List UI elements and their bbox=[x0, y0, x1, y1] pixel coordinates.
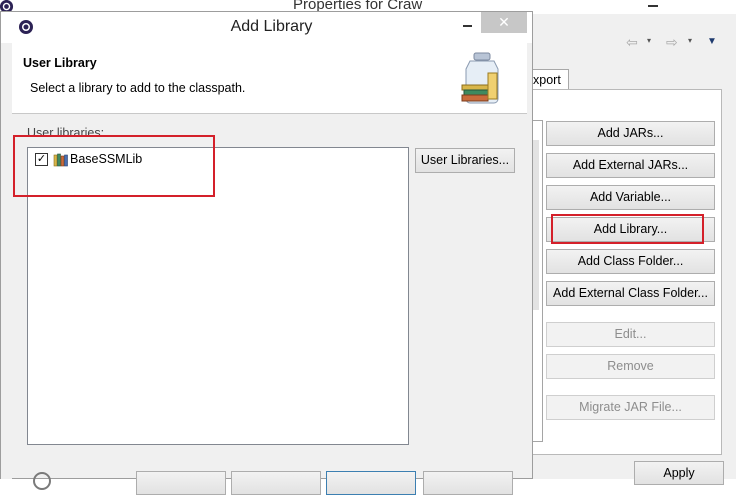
next-button-placeholder[interactable] bbox=[231, 471, 321, 495]
add-jars-button[interactable]: Add JARs... bbox=[546, 121, 715, 146]
properties-minimize-button[interactable] bbox=[640, 0, 666, 14]
add-external-class-folder-button[interactable]: Add External Class Folder... bbox=[546, 281, 715, 306]
dialog-left-margin bbox=[1, 43, 12, 479]
classpath-list-scrollbar[interactable] bbox=[533, 140, 539, 310]
tab-label: xport bbox=[533, 73, 561, 87]
edit-button[interactable]: Edit... bbox=[546, 322, 715, 347]
apply-button[interactable]: Apply bbox=[634, 461, 724, 485]
view-menu-icon[interactable]: ▼ bbox=[707, 36, 717, 47]
page-description: Select a library to add to the classpath… bbox=[30, 81, 246, 95]
dialog-close-button[interactable]: ✕ bbox=[481, 12, 527, 33]
dialog-minimize-button[interactable] bbox=[453, 15, 481, 37]
annotation-highlight-add-library bbox=[551, 214, 704, 244]
add-library-dialog: Add Library ✕ User Library Select a libr… bbox=[0, 11, 533, 495]
add-class-folder-button[interactable]: Add Class Folder... bbox=[546, 249, 715, 274]
back-button[interactable] bbox=[136, 471, 226, 495]
page-title: User Library bbox=[23, 56, 97, 70]
library-jar-icon bbox=[461, 52, 499, 104]
user-libraries-button[interactable]: User Libraries... bbox=[415, 148, 515, 173]
cancel-button[interactable] bbox=[423, 471, 513, 495]
dialog-titlebar: Add Library ✕ bbox=[1, 12, 532, 43]
annotation-highlight-library bbox=[13, 135, 215, 197]
back-arrow-icon[interactable]: ⇦ bbox=[626, 34, 638, 51]
add-external-jars-button[interactable]: Add External JARs... bbox=[546, 153, 715, 178]
properties-close-button[interactable] bbox=[686, 0, 736, 14]
remove-button[interactable]: Remove bbox=[546, 354, 715, 379]
finish-button[interactable] bbox=[326, 471, 416, 495]
migrate-jar-button[interactable]: Migrate JAR File... bbox=[546, 395, 715, 420]
forward-arrow-icon[interactable]: ⇨ bbox=[666, 34, 678, 51]
add-variable-button[interactable]: Add Variable... bbox=[546, 185, 715, 210]
help-icon[interactable] bbox=[33, 472, 51, 490]
forward-dropdown-icon[interactable]: ▾ bbox=[688, 36, 692, 45]
back-dropdown-icon[interactable]: ▾ bbox=[647, 36, 651, 45]
dialog-header: User Library Select a library to add to … bbox=[12, 43, 527, 114]
